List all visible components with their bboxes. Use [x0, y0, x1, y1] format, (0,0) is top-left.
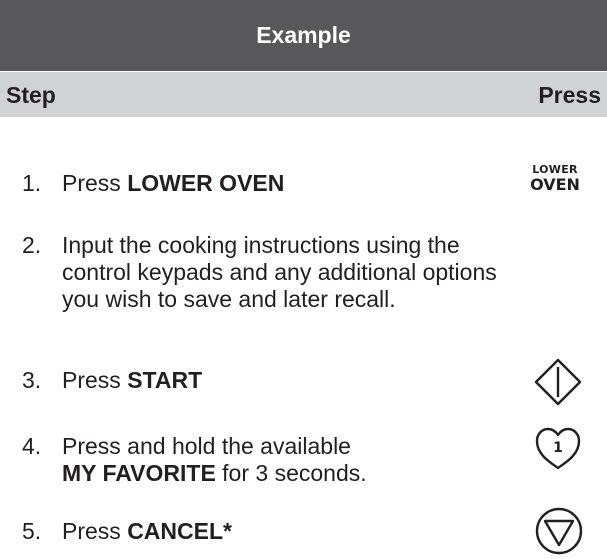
step-text: Input the cooking instructions using the…	[62, 232, 497, 312]
cancel-icon	[535, 507, 583, 555]
step-number: 4.	[22, 433, 42, 459]
step-text: Press and hold the available MY FAVORITE…	[62, 433, 367, 486]
svg-text:1: 1	[553, 440, 563, 456]
step-number: 1.	[22, 170, 42, 196]
step-text: Press CANCEL*	[62, 518, 232, 544]
column-headers: Step Press	[0, 72, 607, 117]
step-number: 3.	[22, 367, 42, 393]
favorite-heart-icon: 1	[535, 427, 581, 470]
step-number: 5.	[22, 518, 42, 544]
step-text: Press START	[62, 367, 203, 393]
lower-oven-button-icon: LOWER OVEN	[530, 163, 580, 194]
table-header: Example	[0, 0, 607, 71]
table-title: Example	[256, 22, 351, 48]
step-text: Press LOWER OVEN	[62, 170, 285, 196]
press-column-header: Press	[538, 82, 601, 108]
step-number: 2.	[22, 232, 42, 258]
step-column-header: Step	[6, 82, 56, 108]
start-icon	[534, 358, 582, 406]
